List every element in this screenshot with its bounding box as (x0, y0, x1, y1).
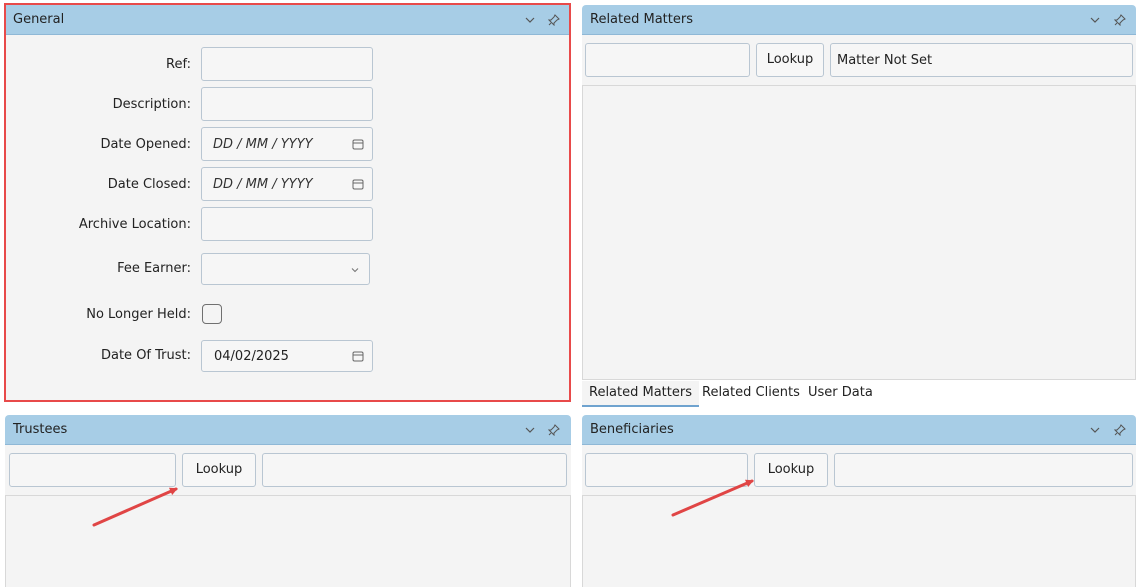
trustees-search-input[interactable] (9, 453, 176, 487)
related-matters-header: Related Matters (582, 5, 1136, 35)
matter-status-text: Matter Not Set (837, 53, 933, 68)
chevron-down-icon[interactable] (1089, 424, 1101, 436)
related-matters-search-input[interactable] (585, 43, 750, 77)
tab-related-clients[interactable]: Related Clients (702, 381, 800, 405)
trustees-header: Trustees (5, 415, 571, 445)
trustees-lookup-button[interactable]: Lookup (182, 453, 256, 487)
beneficiaries-header: Beneficiaries (582, 415, 1136, 445)
pin-icon[interactable] (1114, 424, 1126, 436)
chevron-down-icon[interactable] (524, 424, 536, 436)
trustees-selected-field (262, 453, 567, 487)
chevron-down-icon[interactable] (1089, 14, 1101, 26)
pin-icon[interactable] (548, 424, 560, 436)
related-matters-grid (582, 85, 1136, 380)
highlight-frame (4, 3, 571, 402)
trustees-title: Trustees (13, 422, 68, 437)
beneficiaries-lookup-button[interactable]: Lookup (754, 453, 828, 487)
pin-icon[interactable] (1114, 14, 1126, 26)
tab-user-data[interactable]: User Data (808, 381, 873, 405)
related-matters-title: Related Matters (590, 12, 693, 27)
beneficiaries-selected-field (834, 453, 1133, 487)
trustees-grid (5, 495, 571, 587)
related-matters-lookup-button[interactable]: Lookup (756, 43, 824, 77)
beneficiaries-title: Beneficiaries (590, 422, 674, 437)
matter-status-field: Matter Not Set (830, 43, 1133, 77)
beneficiaries-grid (582, 495, 1136, 587)
beneficiaries-search-input[interactable] (585, 453, 748, 487)
tab-related-matters[interactable]: Related Matters (582, 381, 699, 407)
